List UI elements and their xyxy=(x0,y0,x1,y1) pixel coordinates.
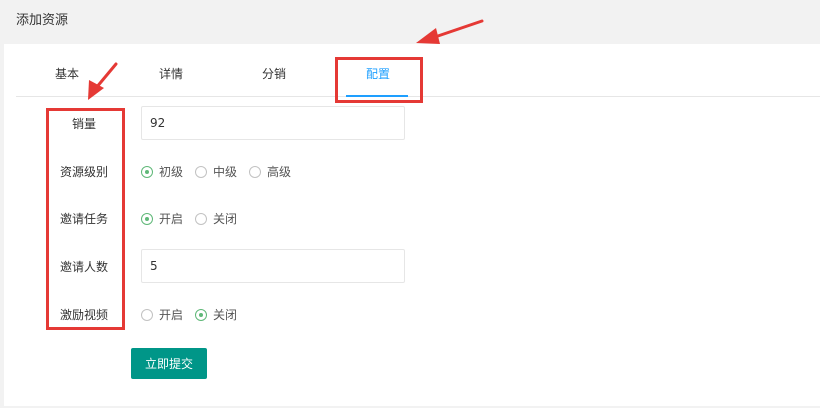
invite-task-label: 邀请任务 xyxy=(59,212,108,226)
reward-video-radio-on[interactable]: 开启 xyxy=(141,306,183,323)
page-title: 添加资源 xyxy=(16,13,69,28)
sales-label: 销量 xyxy=(71,117,96,131)
submit-button[interactable]: 立即提交 xyxy=(131,348,207,379)
radio-dot-icon xyxy=(141,212,153,225)
reward-video-label: 激励视频 xyxy=(59,308,108,322)
level-radio-intermediate[interactable]: 中级 xyxy=(195,163,237,180)
invite-task-radio-on[interactable]: 开启 xyxy=(141,210,183,227)
radio-label: 开启 xyxy=(159,308,184,322)
radio-dot-icon xyxy=(195,212,207,225)
reward-video-radio-off[interactable]: 关闭 xyxy=(195,306,237,323)
tab-distribution[interactable]: 分销 xyxy=(251,56,297,96)
radio-dot-icon xyxy=(195,308,207,321)
radio-label: 关闭 xyxy=(213,212,238,226)
tab-bar: 基本 详情 分销 配置 xyxy=(16,56,820,97)
radio-label: 高级 xyxy=(267,165,292,179)
invite-count-label: 邀请人数 xyxy=(59,260,108,274)
level-label: 资源级别 xyxy=(59,165,108,179)
sales-input[interactable] xyxy=(141,106,405,140)
active-tab-indicator xyxy=(346,95,408,97)
top-bar: 添加资源 xyxy=(0,0,820,38)
tab-basic[interactable]: 基本 xyxy=(44,56,90,96)
radio-dot-icon xyxy=(141,165,153,178)
radio-label: 开启 xyxy=(159,212,184,226)
radio-dot-icon xyxy=(141,308,153,321)
invite-task-radio-off[interactable]: 关闭 xyxy=(195,210,237,227)
radio-label: 关闭 xyxy=(213,308,238,322)
radio-dot-icon xyxy=(195,165,207,178)
form-card xyxy=(4,44,820,406)
radio-label: 中级 xyxy=(213,165,238,179)
radio-dot-icon xyxy=(249,165,261,178)
level-radio-advanced[interactable]: 高级 xyxy=(249,163,291,180)
level-radio-beginner[interactable]: 初级 xyxy=(141,163,183,180)
tab-config[interactable]: 配置 xyxy=(355,56,401,96)
tab-details[interactable]: 详情 xyxy=(148,56,194,96)
invite-count-input[interactable] xyxy=(141,249,405,283)
radio-label: 初级 xyxy=(159,165,184,179)
